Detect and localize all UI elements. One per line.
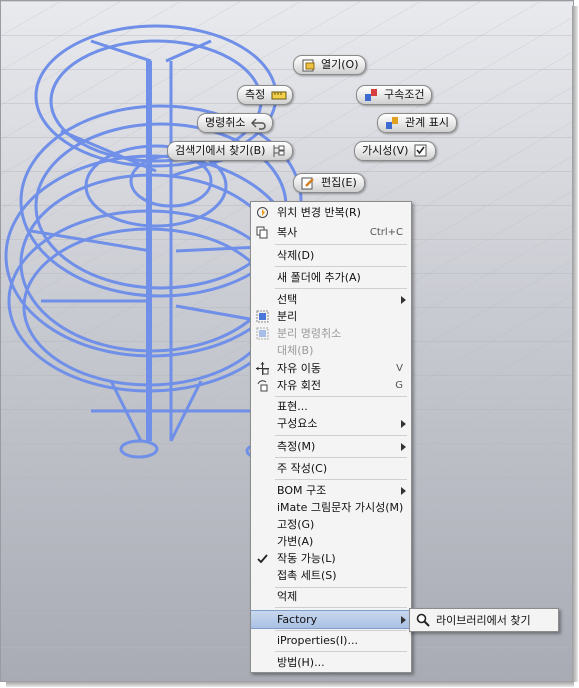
- undo-icon: [251, 116, 267, 130]
- window-shadow: [6, 681, 574, 687]
- submenu-arrow-icon: [401, 616, 406, 624]
- menu-item-create-note[interactable]: 주 작성(C): [251, 460, 411, 477]
- checkbox-checked-icon: [414, 144, 428, 158]
- constraint-icon: [364, 88, 378, 102]
- measure-button[interactable]: 측정: [237, 85, 294, 105]
- separator: [275, 479, 407, 480]
- edit-button[interactable]: 편집(E): [293, 173, 365, 193]
- separator: [275, 457, 407, 458]
- menu-item-iproperties[interactable]: iProperties(I)...: [251, 632, 411, 649]
- cancel-label: 명령취소: [205, 116, 246, 129]
- edit-icon: [301, 176, 315, 190]
- menu-item-representation[interactable]: 표현...: [251, 398, 411, 415]
- open-label: 열기(O): [321, 58, 359, 71]
- context-menu: 위치 변경 반복(R) 복사 Ctrl+C 삭제(D) 새 폴더에 추가(A) …: [250, 201, 412, 673]
- open-button[interactable]: 열기(O): [293, 55, 367, 75]
- visibility-label: 가시성(V): [362, 144, 409, 157]
- menu-item-select[interactable]: 선택: [251, 291, 411, 308]
- separator: [275, 244, 407, 245]
- find-in-browser-label: 검색기에서 찾기(B): [175, 144, 266, 157]
- measure-label: 측정: [245, 88, 266, 101]
- menu-item-free-rotate[interactable]: 자유 회전 G: [251, 377, 411, 394]
- find-in-library-label: 라이브러리에서 찾기: [436, 614, 531, 627]
- submenu-arrow-icon: [401, 296, 406, 304]
- menu-item-delete[interactable]: 삭제(D): [251, 247, 411, 264]
- copy-icon: [256, 226, 269, 239]
- undo-isolate-icon: [256, 327, 269, 340]
- find-in-browser-button[interactable]: 검색기에서 찾기(B): [167, 141, 294, 161]
- separator: [275, 651, 407, 652]
- browser-tree-icon: [271, 144, 285, 158]
- separator: [275, 630, 407, 631]
- factory-submenu[interactable]: 라이브러리에서 찾기: [409, 608, 559, 632]
- separator: [275, 607, 407, 608]
- constraint-button[interactable]: 구속조건: [356, 85, 433, 105]
- separator: [275, 266, 407, 267]
- menu-item-enabled[interactable]: 작동 가능(L): [251, 550, 411, 567]
- window-shadow: [572, 6, 578, 682]
- relations-icon: [385, 116, 399, 130]
- separator: [275, 396, 407, 397]
- menu-item-suppress[interactable]: 억제: [251, 588, 411, 605]
- menu-item-copy[interactable]: 복사 Ctrl+C: [251, 224, 411, 241]
- cancel-button[interactable]: 명령취소: [197, 113, 274, 133]
- menu-item-contact-set[interactable]: 접촉 세트(S): [251, 567, 411, 584]
- checkmark-icon: [256, 552, 269, 565]
- menu-item-add-to-new-folder[interactable]: 새 폴더에 추가(A): [251, 269, 411, 286]
- ruler-icon: [271, 88, 287, 102]
- visibility-toggle[interactable]: 가시성(V): [354, 141, 437, 161]
- menu-item-free-move[interactable]: 자유 이동 V: [251, 360, 411, 377]
- menu-item-flexible[interactable]: 가변(A): [251, 533, 411, 550]
- edit-label: 편집(E): [321, 176, 357, 189]
- menu-item-undo-isolate[interactable]: 분리 명령취소: [251, 325, 411, 342]
- 3d-viewport[interactable]: 열기(O) 측정 구속조건 명령취소 관계 표시 검색기에서 찾기(B) 가시성…: [0, 0, 574, 682]
- free-move-icon: [256, 362, 269, 375]
- separator: [275, 435, 407, 436]
- menu-item-replace[interactable]: 대체(B): [251, 342, 411, 359]
- search-icon: [416, 613, 430, 627]
- menu-item-component[interactable]: 구성요소: [251, 415, 411, 432]
- open-icon: [301, 58, 315, 72]
- menu-item-repeat-reposition[interactable]: 위치 변경 반복(R): [251, 204, 411, 221]
- isolate-icon: [256, 310, 269, 323]
- separator: [275, 288, 407, 289]
- free-rotate-icon: [256, 379, 269, 392]
- submenu-arrow-icon: [401, 443, 406, 451]
- menu-item-how-to[interactable]: 방법(H)...: [251, 654, 411, 671]
- submenu-arrow-icon: [401, 487, 406, 495]
- menu-item-grounded[interactable]: 고정(G): [251, 516, 411, 533]
- menu-item-factory[interactable]: Factory: [251, 610, 411, 629]
- menu-item-bom-structure[interactable]: BOM 구조: [251, 482, 411, 499]
- show-relations-label: 관계 표시: [405, 116, 449, 129]
- show-relations-button[interactable]: 관계 표시: [377, 113, 457, 133]
- submenu-arrow-icon: [401, 420, 406, 428]
- repeat-reposition-icon: [256, 206, 269, 219]
- menu-item-imate-visibility[interactable]: iMate 그림문자 가시성(M): [251, 499, 411, 516]
- menu-item-measure[interactable]: 측정(M): [251, 438, 411, 455]
- menu-item-isolate[interactable]: 분리: [251, 308, 411, 325]
- constraint-label: 구속조건: [384, 88, 425, 101]
